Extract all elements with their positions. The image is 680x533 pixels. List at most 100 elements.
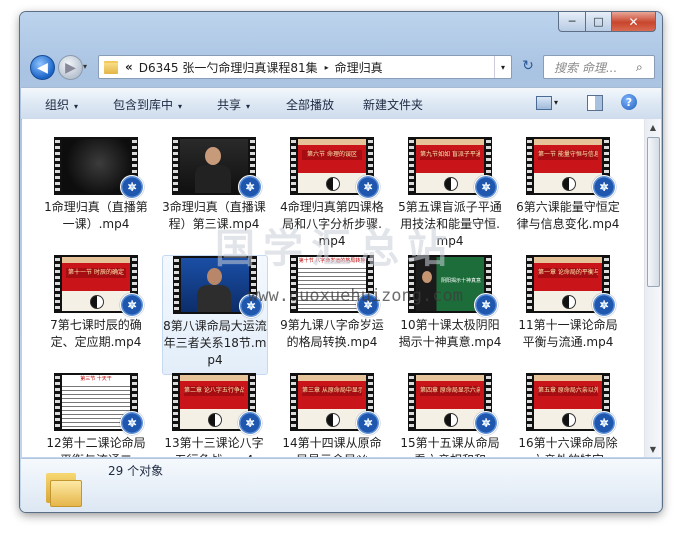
- navigation-bar: ◀ ▶ ▾ « D6345 张一勺命理归真课程81集 ▸ 命理归真 ▾ ↻ 搜索…: [20, 52, 662, 82]
- file-name: 10第十课太极阴阳揭示十神真意.mp4: [398, 318, 502, 349]
- scroll-up-icon[interactable]: ▲: [645, 119, 661, 135]
- media-player-icon: ✲: [474, 411, 498, 435]
- thumbnail-caption: 第三节 十天干: [62, 375, 130, 384]
- breadcrumb-separator-icon[interactable]: ▸: [325, 63, 329, 72]
- change-view-icon[interactable]: [536, 96, 552, 110]
- file-name: 9第九课八字命岁运的格局转换.mp4: [280, 318, 384, 349]
- organize-button[interactable]: 组织 ▾: [45, 96, 78, 113]
- file-item[interactable]: 第三节 十天干 ✲12第十二课论命局平衡与流通二: [44, 373, 148, 457]
- thumbnail-caption: 第六节 命理的误区: [302, 150, 362, 160]
- yin-yang-icon: [208, 413, 222, 427]
- media-player-icon: ✲: [592, 411, 616, 435]
- share-button[interactable]: 共享 ▾: [217, 96, 250, 113]
- address-bar[interactable]: « D6345 张一勺命理归真课程81集 ▸ 命理归真: [98, 55, 512, 79]
- file-item[interactable]: 第十一节 时辰的确定 ✲ 7第七课时辰的确定、定应期.mp4: [44, 255, 148, 373]
- watermark-url: www.guoxuehuizong.com: [248, 286, 463, 306]
- minimize-button[interactable]: ─: [558, 12, 586, 32]
- play-all-button[interactable]: 全部播放: [286, 96, 334, 113]
- help-button[interactable]: ?: [621, 94, 637, 110]
- media-player-icon: ✲: [120, 175, 144, 199]
- forward-button[interactable]: ▶: [58, 55, 83, 80]
- chevron-down-icon: ▾: [246, 102, 251, 111]
- thumbnail-caption: 第十一节 时辰的确定: [66, 268, 126, 278]
- view-options-dropdown[interactable]: ▾: [554, 98, 558, 107]
- thumbnail-caption: 第一节 能量守恒与信息变化: [538, 150, 598, 160]
- file-name: 1命理归真（直播第一课）.mp4: [44, 200, 148, 231]
- item-count: 29 个对象: [108, 464, 164, 478]
- chevron-down-icon: ▾: [74, 102, 79, 111]
- search-input[interactable]: 搜索 命理...: [554, 59, 636, 76]
- organize-label: 组织: [45, 98, 70, 112]
- file-name: 15第十五课从命局看六亲相和和: [400, 436, 500, 457]
- preview-pane-icon[interactable]: [587, 95, 603, 111]
- maximize-button[interactable]: □: [586, 12, 612, 32]
- folder-icon: [104, 60, 118, 74]
- file-item[interactable]: 第二章 论八字五行争战 ✲13第十三课论八字五行争战.mp4: [162, 373, 266, 457]
- file-item[interactable]: 第三章 从原命局中显示命局凶水组合 ✲14第十四课从原命局显示命局凶: [280, 373, 384, 457]
- yin-yang-icon: [562, 413, 576, 427]
- close-button[interactable]: ✕: [612, 12, 656, 32]
- scrollbar-thumb[interactable]: [647, 137, 660, 287]
- details-pane: 29 个对象: [21, 458, 661, 512]
- address-history-dropdown[interactable]: ▾: [494, 56, 511, 78]
- scroll-down-icon[interactable]: ▼: [645, 441, 661, 457]
- include-in-library-label: 包含到库中: [113, 98, 174, 112]
- file-name: 6第六课能量守恒定律与信息变化.mp4: [516, 200, 620, 231]
- address-overflow[interactable]: «: [125, 60, 133, 74]
- refresh-button[interactable]: ↻: [516, 55, 540, 77]
- media-player-icon: ✲: [592, 175, 616, 199]
- file-name: 7第七课时辰的确定、定应期.mp4: [50, 318, 142, 349]
- search-box[interactable]: 搜索 命理... ⌕: [543, 55, 655, 79]
- search-icon[interactable]: ⌕: [636, 60, 654, 75]
- file-name: 11第十一课论命局平衡与流通.mp4: [518, 318, 618, 349]
- thumbnail-caption: 第二章 论八字五行争战: [184, 386, 244, 396]
- media-player-icon: ✲: [592, 293, 616, 317]
- file-item[interactable]: 第一章 论命局的平衡与流通 ✲11第十一课论命局平衡与流通.mp4: [516, 255, 620, 373]
- chevron-down-icon: ▾: [178, 102, 183, 111]
- share-label: 共享: [217, 98, 242, 112]
- yin-yang-icon: [562, 295, 576, 309]
- forward-arrow-icon: ▶: [65, 59, 76, 76]
- thumbnail-caption: 第九节如如 盲派子平通用技法: [420, 150, 480, 160]
- recent-pages-dropdown[interactable]: ▾: [83, 62, 87, 71]
- media-player-icon: ✲: [356, 411, 380, 435]
- file-item[interactable]: ✲ 1命理归真（直播第一课）.mp4: [44, 137, 148, 255]
- thumbnail-caption: 第一章 论命局的平衡与流通: [538, 268, 598, 278]
- file-name: 12第十二课论命局平衡与流通二: [46, 436, 146, 457]
- file-item[interactable]: 第五章 原命局六亲以外的特定信息 ✲16第十六课命局除六亲外的特定: [516, 373, 620, 457]
- file-name: 13第十三课论八字五行争战.mp4: [164, 436, 264, 457]
- media-player-icon: ✲: [474, 293, 498, 317]
- vertical-scrollbar[interactable]: ▲ ▼: [644, 119, 661, 457]
- media-player-icon: ✲: [238, 175, 262, 199]
- yin-yang-icon: [326, 177, 340, 191]
- thumbnail-caption: 第四章 原命局显示六亲相和和的组合: [420, 386, 480, 396]
- file-name: 16第十六课命局除六亲外的特定: [518, 436, 618, 457]
- yin-yang-icon: [326, 413, 340, 427]
- breadcrumb-current[interactable]: 命理归真: [335, 59, 383, 76]
- media-player-icon: ✲: [356, 175, 380, 199]
- file-item[interactable]: 第一节 能量守恒与信息变化 ✲6第六课能量守恒定律与信息变化.mp4: [516, 137, 620, 255]
- media-player-icon: ✲: [120, 293, 144, 317]
- back-button[interactable]: ◀: [30, 55, 55, 80]
- yin-yang-icon: [444, 413, 458, 427]
- window-controls: ─ □ ✕: [558, 12, 656, 32]
- refresh-icon: ↻: [522, 58, 534, 74]
- back-arrow-icon: ◀: [37, 59, 48, 76]
- media-player-icon: ✲: [120, 411, 144, 435]
- thumbnail-caption: 阴阳揭示十神真意: [440, 278, 481, 284]
- media-player-icon: ✲: [238, 411, 262, 435]
- thumbnail-caption: 第五章 原命局六亲以外的特定信息: [538, 386, 598, 396]
- yin-yang-icon: [562, 177, 576, 191]
- folder-large-icon: [46, 471, 82, 507]
- file-name: 8第八课命局大运流年三者关系18节.mp4: [163, 319, 267, 367]
- media-player-icon: ✲: [474, 175, 498, 199]
- include-in-library-button[interactable]: 包含到库中 ▾: [113, 96, 182, 113]
- breadcrumb-course[interactable]: D6345 张一勺命理归真课程81集: [139, 59, 318, 76]
- thumbnail-caption: 第三章 从原命局中显示命局凶水组合: [302, 386, 362, 396]
- watermark-text: 国学汇总站: [215, 226, 455, 272]
- new-folder-button[interactable]: 新建文件夹: [363, 96, 423, 113]
- command-bar: 组织 ▾ 包含到库中 ▾ 共享 ▾ 全部播放 新建文件夹 ▾ ?: [21, 87, 661, 120]
- yin-yang-icon: [90, 295, 104, 309]
- yin-yang-icon: [444, 177, 458, 191]
- file-item[interactable]: 第四章 原命局显示六亲相和和的组合 ✲15第十五课从命局看六亲相和和: [398, 373, 502, 457]
